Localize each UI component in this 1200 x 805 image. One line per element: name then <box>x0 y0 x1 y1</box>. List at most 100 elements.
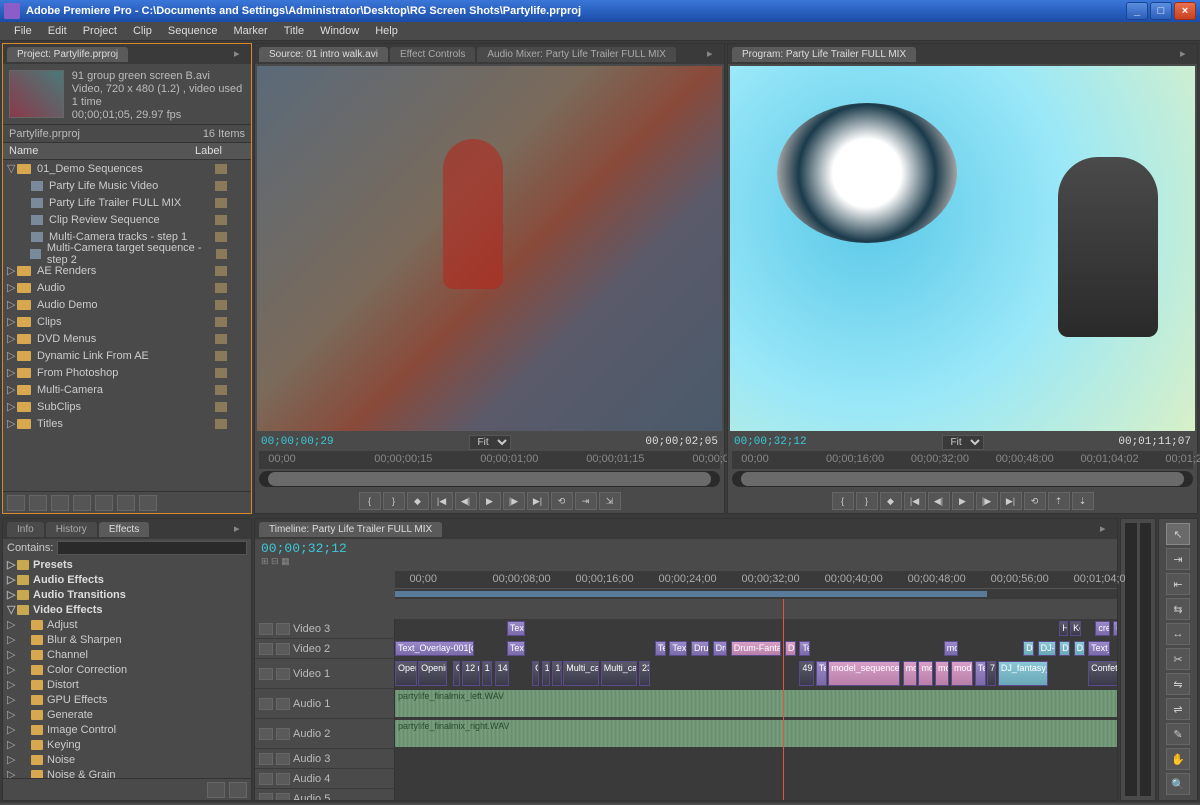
razor-tool[interactable]: ✂ <box>1166 648 1190 670</box>
track-lock[interactable] <box>276 643 290 655</box>
project-tab[interactable]: Project: Partylife.prproj <box>7 47 128 62</box>
program-zoom-select[interactable]: Fit <box>942 435 984 450</box>
video-clip[interactable]: Text_ <box>1088 641 1110 656</box>
video-clip[interactable]: C <box>453 661 460 686</box>
disclosure-triangle[interactable]: ▷ <box>7 663 17 676</box>
video-clip[interactable]: mod <box>935 661 949 686</box>
effects-row[interactable]: ▷Color Correction <box>3 662 251 677</box>
disclosure-triangle[interactable]: ▷ <box>7 366 17 379</box>
video-clip[interactable]: Te <box>975 661 986 686</box>
source-zoom-select[interactable]: Fit <box>469 435 511 450</box>
label-swatch[interactable] <box>215 181 227 191</box>
track-content[interactable] <box>395 749 1117 768</box>
list-view-button[interactable] <box>7 495 25 511</box>
disclosure-triangle[interactable]: ▷ <box>7 349 17 362</box>
video-clip[interactable]: 23 <box>639 661 650 686</box>
program-timecode[interactable]: 00;00;32;12 <box>734 436 807 448</box>
video-clip[interactable]: mo <box>903 661 917 686</box>
track-header[interactable]: Video 2 <box>255 639 395 658</box>
insert-button[interactable]: ⇥ <box>575 492 597 510</box>
track-lock[interactable] <box>276 773 290 785</box>
disclosure-triangle[interactable]: ▷ <box>7 768 17 778</box>
effects-row[interactable]: ▷Audio Transitions <box>3 587 251 602</box>
disclosure-triangle[interactable]: ▷ <box>7 678 17 691</box>
disclosure-triangle[interactable]: ▷ <box>7 558 17 571</box>
track-content[interactable] <box>395 769 1117 788</box>
bin-row[interactable]: ▽01_Demo Sequences <box>3 160 251 177</box>
label-swatch[interactable] <box>215 283 227 293</box>
video-clip[interactable]: Text <box>507 641 525 656</box>
disclosure-triangle[interactable]: ▷ <box>7 723 17 736</box>
disclosure-triangle[interactable]: ▷ <box>7 332 17 345</box>
label-swatch[interactable] <box>215 198 227 208</box>
disclosure-triangle[interactable]: ▷ <box>7 264 17 277</box>
video-clip[interactable]: mode <box>951 661 973 686</box>
track-header[interactable]: Audio 5 <box>255 789 395 800</box>
menu-project[interactable]: Project <box>75 23 125 39</box>
track-lock[interactable] <box>276 698 290 710</box>
track-lock[interactable] <box>276 668 290 680</box>
video-clip[interactable]: Text <box>669 641 687 656</box>
step-back-button[interactable]: ◀| <box>455 492 477 510</box>
video-clip[interactable]: DJ <box>1074 641 1085 656</box>
disclosure-triangle[interactable]: ▷ <box>7 315 17 328</box>
source-ruler[interactable]: 00;0000;00;00;1500;00;01;0000;00;01;1500… <box>259 451 720 469</box>
bin-row[interactable]: ▷Audio <box>3 279 251 296</box>
rolling-edit-tool[interactable]: ⇆ <box>1166 598 1190 620</box>
video-clip[interactable]: Drum <box>713 641 727 656</box>
label-swatch[interactable] <box>215 419 227 429</box>
effects-row[interactable]: ▷Channel <box>3 647 251 662</box>
goto-out-button[interactable]: ▶| <box>527 492 549 510</box>
track-header[interactable]: Video 3 <box>255 619 395 638</box>
video-clip[interactable]: DJ-fa <box>1038 641 1056 656</box>
ripple-edit-tool[interactable]: ⇤ <box>1166 573 1190 595</box>
track-content[interactable]: partylife_finalmix_right.WAV <box>395 719 1117 748</box>
disclosure-triangle[interactable]: ▷ <box>7 281 17 294</box>
video-clip[interactable]: Dru <box>691 641 709 656</box>
delete-button[interactable] <box>139 495 157 511</box>
effects-row[interactable]: ▷Noise <box>3 752 251 767</box>
bin-row[interactable]: ▷DVD Menus <box>3 330 251 347</box>
timeline-tab[interactable]: Timeline: Party Life Trailer FULL MIX <box>259 522 442 537</box>
overwrite-button[interactable]: ⇲ <box>599 492 621 510</box>
video-clip[interactable]: 11 <box>542 661 551 686</box>
timeline-timecode[interactable]: 00;00;32;12 <box>261 541 1111 556</box>
pen-tool[interactable]: ✎ <box>1166 723 1190 745</box>
track-toggle[interactable] <box>259 623 273 635</box>
timeline-ruler[interactable]: 00;0000;00;08;0000;00;16;0000;00;24;0000… <box>395 571 1117 589</box>
track-toggle[interactable] <box>259 793 273 801</box>
video-clip[interactable]: 49 c <box>799 661 813 686</box>
disclosure-triangle[interactable]: ▷ <box>7 693 17 706</box>
video-clip[interactable]: Confetti[DV].av <box>1088 661 1117 686</box>
step-back-button[interactable]: ◀| <box>928 492 950 510</box>
program-ruler[interactable]: 00;0000;00;16;0000;00;32;0000;00;48;0000… <box>732 451 1193 469</box>
maximize-button[interactable]: □ <box>1150 2 1172 20</box>
track-header[interactable]: Video 1 <box>255 659 395 688</box>
menu-window[interactable]: Window <box>312 23 367 39</box>
video-clip[interactable]: Text <box>507 621 525 636</box>
video-clip[interactable]: DJ_fantasy_001 <box>998 661 1049 686</box>
icon-view-button[interactable] <box>29 495 47 511</box>
track-toggle[interactable] <box>259 753 273 765</box>
menu-file[interactable]: File <box>6 23 40 39</box>
disclosure-triangle[interactable]: ▷ <box>7 738 17 751</box>
source-scrub-bar[interactable] <box>259 471 720 487</box>
video-clip[interactable]: mo <box>918 661 932 686</box>
set-in-button[interactable]: { <box>359 492 381 510</box>
loop-button[interactable]: ⟲ <box>1024 492 1046 510</box>
track-header[interactable]: Audio 2 <box>255 719 395 748</box>
effects-row[interactable]: ▷Noise & Grain <box>3 767 251 778</box>
panel-menu-icon[interactable] <box>234 522 248 536</box>
video-clip[interactable]: mo <box>944 641 958 656</box>
track-toggle[interactable] <box>259 668 273 680</box>
audio-clip[interactable]: partylife_finalmix_left.WAV <box>395 690 1117 717</box>
disclosure-triangle[interactable]: ▷ <box>7 400 17 413</box>
video-clip[interactable]: Dr <box>785 641 796 656</box>
panel-menu-icon[interactable] <box>707 47 721 61</box>
timeline-tools[interactable]: ⊞ ⊟ ▦ <box>261 556 1111 567</box>
effects-row[interactable]: ▷Keying <box>3 737 251 752</box>
clip-thumbnail[interactable] <box>9 70 64 118</box>
track-lock[interactable] <box>276 728 290 740</box>
label-swatch[interactable] <box>215 266 227 276</box>
loop-button[interactable]: ⟲ <box>551 492 573 510</box>
